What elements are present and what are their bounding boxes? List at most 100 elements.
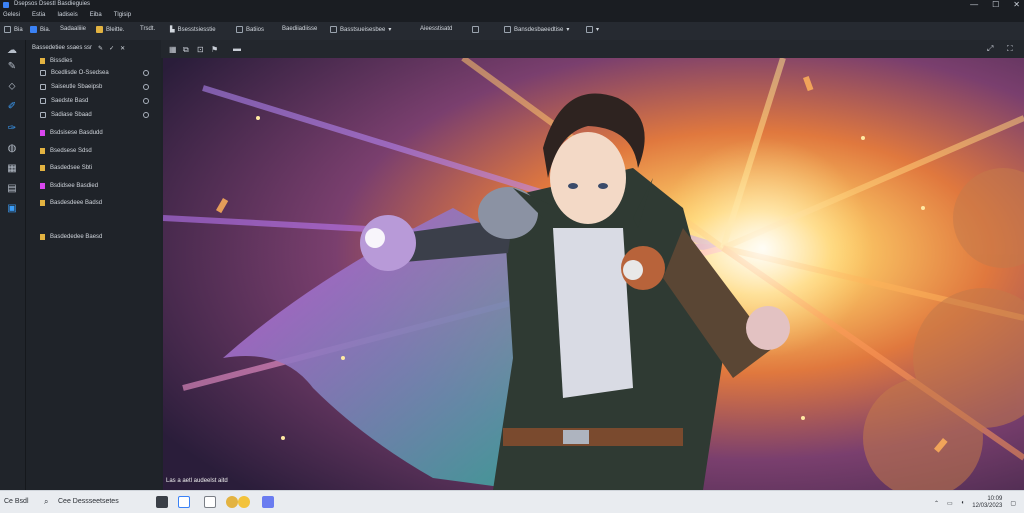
start-button[interactable]: Ce Bsdl [4,498,29,505]
network-icon[interactable]: ▭ [947,500,953,507]
tag-icon [40,148,45,154]
menu-view[interactable]: Eiba [90,12,102,18]
layout-icon[interactable]: ⧉ [183,45,189,55]
stack-icon [504,26,511,33]
checkbox[interactable] [40,70,46,76]
list-item[interactable]: Sadiase Sbaad [40,110,155,120]
toolbar-label: Baediiadiisse [282,26,318,32]
toolbar-bookmark-button[interactable]: ▙ Bsesstsiesstie [170,26,216,34]
toolbar-sync-button[interactable]: Basstsueisesbee ▾ [330,26,391,33]
panel-header: Bassedetiee ssaes ssr ✎ ✓ ✕ [32,45,125,52]
toolbar-label: Sadaaliiie [60,26,87,32]
taskview-icon[interactable] [156,496,168,508]
list-item-label: Bcedlisde O-Ssedsea [51,70,109,76]
minimize-button[interactable]: — [970,0,978,9]
file-panel: Bassedetiee ssaes ssr ✎ ✓ ✕ Bissdies Bce… [26,40,161,490]
close-button[interactable]: ✕ [1013,0,1020,9]
globe-icon[interactable]: ◍ [6,142,18,154]
chevron-up-icon[interactable]: ⌃ [934,500,939,507]
toolbar-page-button[interactable]: Trsdt. [140,26,155,32]
pencil-icon[interactable]: ✎ [98,45,103,52]
grid-icon[interactable]: ▦ [169,45,177,54]
checkbox[interactable] [40,98,46,104]
minimize-panel-icon[interactable]: ▬ [233,44,241,53]
list-item[interactable]: Basdesdeee Badsd [40,198,102,208]
menu-file[interactable]: Gelesi [3,12,20,18]
menu-edit[interactable]: Estia [32,12,45,18]
toolbar-folder-button[interactable]: Bleitte. [96,26,124,33]
menu-tools[interactable]: Tlgisip [114,12,131,18]
toolbar-chat-button[interactable]: ▾ [586,26,599,33]
browser-icon[interactable] [226,496,238,508]
toolbar-label: Aieesstisatd [420,26,453,32]
list-item[interactable]: Saiseutle Sbaeipsb [40,82,155,92]
toolbar-layers-button[interactable]: Sadaaliiie [60,26,86,32]
panel-title: Bassedetiee ssaes ssr [32,45,93,51]
toolbar-file-button[interactable]: Batiios [236,26,264,33]
crop-icon[interactable]: ⊡ [197,45,204,54]
list-item[interactable]: Bsdidsee Basdied [40,181,98,191]
shield-icon[interactable] [262,496,274,508]
status-dot-icon [143,70,149,76]
list-item-label: Basdededee Baesd [50,234,103,240]
chevron-down-icon: ▾ [566,27,570,33]
sync-icon [330,26,337,33]
calendar-icon[interactable]: ▦ [6,162,18,174]
list-item[interactable]: Bcedlisde O-Ssedsea [40,68,155,78]
explorer-icon[interactable] [178,496,190,508]
photos-icon[interactable] [238,496,250,508]
chevron-down-icon: ▾ [596,27,600,33]
system-tray: ⌃ ▭ ◖ 10:09 12/03/2023 ▢ [934,496,1016,510]
status-dot-icon [143,112,149,118]
list-item[interactable]: Basdedsee Sbti [40,163,92,173]
list-item-label: Basdesdeee Badsd [50,200,103,206]
toolbar-list-button[interactable]: Aieesstisatd [420,26,452,32]
pen-icon[interactable]: ✐ [6,100,18,112]
chat-icon [586,26,593,33]
toolbar-stack-button[interactable]: Bansdesbaeedtise ▾ [504,26,569,33]
flag-icon[interactable]: ⚑ [211,45,218,54]
checkbox[interactable] [40,84,46,90]
list-item[interactable]: Bsedsese Sdsd [40,146,92,156]
close-icon[interactable]: ✕ [120,45,125,52]
app-icon [3,2,9,8]
viewer-toolbar: ▦ ⧉ ⊡ ⚑ ▬ ⤢ ⛶ [161,40,1024,58]
toolbar-label: Bsesstsiesstie [177,26,216,33]
gallery-icon[interactable]: ▣ [6,202,18,214]
edit-icon[interactable]: ✑ [6,122,18,134]
list-item[interactable]: Basdededee Baesd [40,232,102,242]
toolbar-label: Bia [14,26,23,33]
list-item[interactable]: Bissdies [40,56,72,66]
volume-icon[interactable]: ◖ [961,500,965,506]
clock-date: 12/03/2023 [972,503,1003,509]
store-icon[interactable] [204,496,216,508]
toolbar-view-button[interactable]: Bia [4,26,23,33]
clock[interactable]: 10:09 12/03/2023 [972,496,1002,510]
maximize-button[interactable]: ☐ [992,0,999,9]
list-item[interactable]: Bsdsisese Basdudd [40,128,103,138]
checkbox[interactable] [40,112,46,118]
check-icon[interactable]: ✓ [109,45,114,52]
menu-bar: Gelesi Estia Iadiseis Eiba Tlgisip [0,10,1024,22]
bookmark-icon: ▙ [170,27,175,33]
search-icon[interactable]: ⌕ [44,497,48,507]
fullscreen-icon[interactable]: ⛶ [1007,44,1013,54]
cloud-icon[interactable]: ☁ [6,44,18,56]
brush-icon[interactable]: ✎ [6,60,18,72]
search-label[interactable]: Cee Dessseetsetes [58,498,119,505]
folder-icon [96,26,103,33]
image-canvas[interactable] [163,58,1024,490]
tag-icon [40,183,45,189]
image-icon[interactable]: ▤ [6,182,18,194]
expand-icon[interactable]: ⤢ [987,44,993,54]
toolbar-grid-button[interactable]: Bia. [30,26,50,33]
toolbar-image-button[interactable] [472,26,479,33]
menu-image[interactable]: Iadiseis [57,12,77,18]
toolbar-filter-button[interactable]: Baediiadiisse [282,26,317,32]
list-item[interactable]: Saedste Basd [40,96,155,106]
title-bar: Dsepsos Dsestl Basdieguies — ☐ ✕ [0,0,1024,10]
notification-icon[interactable]: ▢ [1010,500,1016,507]
folder-icon [40,58,45,64]
tag-icon[interactable]: ⬦ [6,80,18,92]
toolbar-label: Bia. [40,26,51,33]
